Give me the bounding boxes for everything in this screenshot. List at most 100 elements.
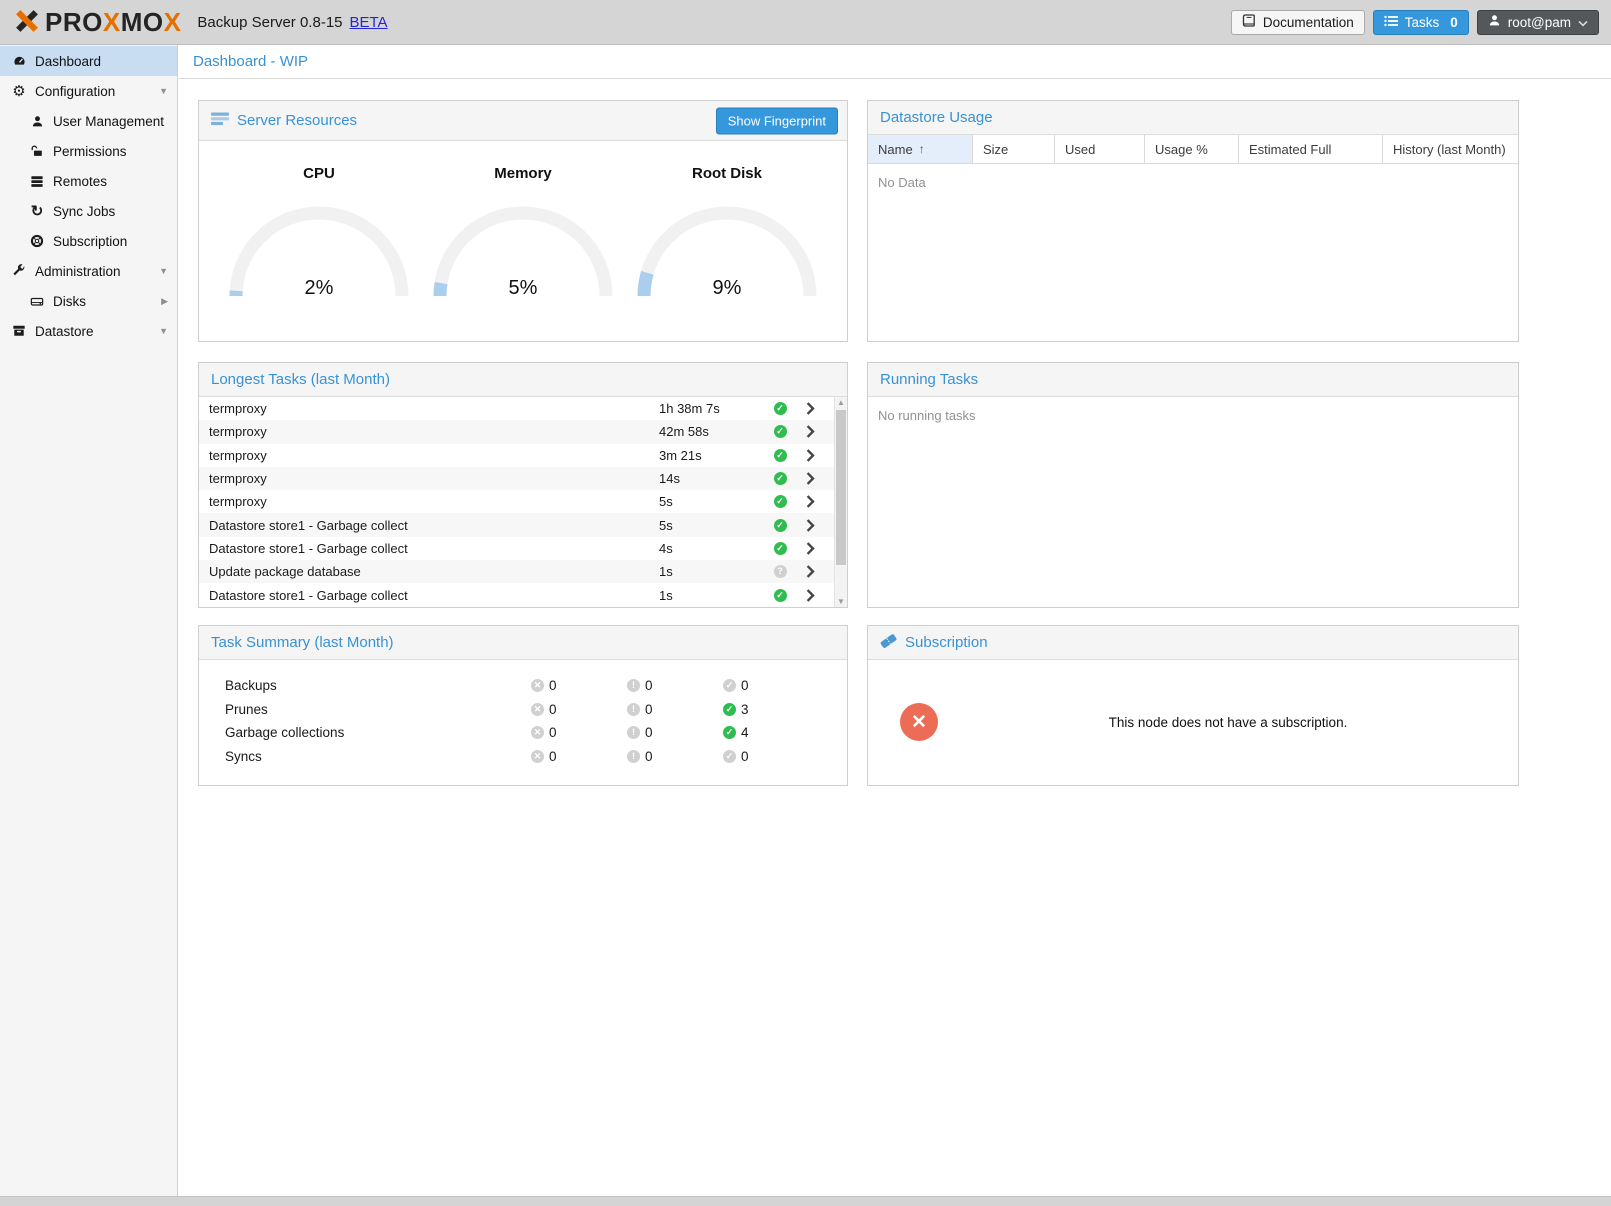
documentation-button[interactable]: Documentation: [1231, 10, 1365, 35]
sidebar: Dashboard ⚙ Configuration ▼ User Managem…: [0, 45, 178, 1196]
summary-row: Garbage collections ✕0 !0 ✓4: [199, 721, 847, 745]
scrollbar-thumb[interactable]: [836, 410, 846, 565]
task-row[interactable]: Datastore store1 - Garbage collect 1s ✓: [199, 583, 847, 606]
sidebar-item-configuration[interactable]: ⚙ Configuration ▼: [0, 76, 177, 106]
scroll-up-icon[interactable]: ▲: [835, 398, 847, 407]
summary-row: Backups ✕0 !0 ✓0: [199, 674, 847, 698]
sort-asc-icon: ↑: [919, 142, 925, 156]
book-icon: [1242, 14, 1256, 31]
task-row[interactable]: termproxy 1h 38m 7s ✓: [199, 397, 847, 420]
user-icon: [28, 115, 46, 128]
sidebar-item-dashboard[interactable]: Dashboard: [0, 46, 177, 76]
tasks-count-badge: 0: [1450, 15, 1458, 30]
task-row[interactable]: termproxy 5s ✓: [199, 490, 847, 513]
column-header-size[interactable]: Size: [973, 135, 1055, 163]
expand-arrow-icon[interactable]: ▶: [161, 296, 168, 307]
ok-status-icon: ✓: [723, 726, 736, 739]
server-resources-icon: [211, 112, 229, 130]
app-title: Backup Server 0.8-15: [197, 14, 342, 31]
ok-status-icon: ✓: [723, 750, 736, 763]
tachometer-icon: [10, 54, 28, 68]
warning-status-icon: !: [627, 679, 640, 692]
panel-title: Running Tasks: [880, 371, 978, 388]
chevron-right-icon[interactable]: [796, 542, 824, 555]
panel-title: Longest Tasks (last Month): [211, 371, 390, 388]
unknown-status-icon: ?: [774, 565, 787, 578]
wrench-icon: [10, 264, 28, 278]
sidebar-item-administration[interactable]: Administration ▼: [0, 256, 177, 286]
error-status-icon: ✕: [531, 750, 544, 763]
archive-icon: [10, 324, 28, 338]
ok-status-icon: ✓: [774, 402, 787, 415]
ok-status-icon: ✓: [774, 472, 787, 485]
tasks-button[interactable]: Tasks 0: [1373, 10, 1469, 35]
column-header-used[interactable]: Used: [1055, 135, 1145, 163]
main-area: Dashboard - WIP Server Resources Show Fi…: [179, 45, 1611, 1196]
memory-gauge-value: 5%: [430, 277, 616, 300]
summary-row: Prunes ✕0 !0 ✓3: [199, 698, 847, 722]
ok-status-icon: ✓: [723, 703, 736, 716]
panel-title: Server Resources: [237, 112, 357, 129]
sidebar-item-sync-jobs[interactable]: ↻ Sync Jobs: [0, 196, 177, 226]
column-header-history[interactable]: History (last Month): [1383, 135, 1518, 163]
life-ring-icon: [28, 234, 46, 248]
cpu-gauge-value: 2%: [226, 277, 412, 300]
task-row[interactable]: termproxy 14s ✓: [199, 467, 847, 490]
datastore-usage-panel: Datastore Usage Name ↑ Size Used Usage %…: [867, 100, 1519, 342]
list-icon: [1384, 15, 1398, 30]
root-disk-gauge: Root Disk 9%: [627, 141, 827, 341]
ok-status-icon: ✓: [774, 425, 787, 438]
column-header-name[interactable]: Name ↑: [868, 135, 973, 163]
server-stack-icon: [28, 175, 46, 188]
task-row[interactable]: termproxy 42m 58s ✓: [199, 420, 847, 443]
chevron-right-icon[interactable]: [796, 449, 824, 462]
ok-status-icon: ✓: [774, 495, 787, 508]
collapse-arrow-icon[interactable]: ▼: [159, 266, 168, 276]
sidebar-item-datastore[interactable]: Datastore ▼: [0, 316, 177, 346]
column-header-usage-percent[interactable]: Usage %: [1145, 135, 1239, 163]
gears-icon: ⚙: [10, 82, 28, 100]
task-row[interactable]: Datastore store1 - Garbage collect 4s ✓: [199, 537, 847, 560]
chevron-right-icon[interactable]: [796, 425, 824, 438]
task-row[interactable]: termproxy 3m 21s ✓: [199, 444, 847, 467]
server-resources-panel: Server Resources Show Fingerprint CPU 2%: [198, 100, 848, 342]
task-row[interactable]: Update package database 1s ?: [199, 560, 847, 583]
scroll-down-icon[interactable]: ▼: [835, 597, 847, 606]
sidebar-item-subscription[interactable]: Subscription: [0, 226, 177, 256]
collapse-arrow-icon[interactable]: ▼: [159, 86, 168, 96]
sidebar-item-remotes[interactable]: Remotes: [0, 166, 177, 196]
scrollbar[interactable]: ▲ ▼: [834, 397, 847, 607]
panel-title: Subscription: [905, 634, 988, 651]
task-row[interactable]: Datastore store1 - Garbage collect 5s ✓: [199, 513, 847, 536]
topbar: PROXMOX Backup Server 0.8-15 BETA Docume…: [0, 0, 1611, 45]
sidebar-item-permissions[interactable]: Permissions: [0, 136, 177, 166]
task-summary-panel: Task Summary (last Month) Backups ✕0 !0 …: [198, 625, 848, 786]
root-disk-gauge-value: 9%: [634, 277, 820, 300]
no-running-tasks-text: No running tasks: [868, 397, 1518, 434]
error-status-icon: ✕: [531, 726, 544, 739]
beta-link[interactable]: BETA: [350, 14, 388, 31]
show-fingerprint-button[interactable]: Show Fingerprint: [716, 107, 838, 134]
warning-status-icon: !: [627, 726, 640, 739]
no-subscription-icon: ✕: [900, 703, 938, 741]
column-header-estimated-full[interactable]: Estimated Full: [1239, 135, 1383, 163]
sidebar-item-disks[interactable]: Disks ▶: [0, 286, 177, 316]
chevron-right-icon[interactable]: [796, 472, 824, 485]
warning-status-icon: !: [627, 703, 640, 716]
chevron-right-icon[interactable]: [796, 495, 824, 508]
chevron-right-icon[interactable]: [796, 519, 824, 532]
window-bottom-edge: [0, 1196, 1611, 1206]
collapse-arrow-icon[interactable]: ▼: [159, 326, 168, 336]
chevron-down-icon: [1578, 15, 1588, 30]
page-title: Dashboard - WIP: [179, 45, 1611, 79]
chevron-right-icon[interactable]: [796, 589, 824, 602]
no-data-text: No Data: [868, 164, 1518, 201]
sidebar-item-user-management[interactable]: User Management: [0, 106, 177, 136]
chevron-right-icon[interactable]: [796, 402, 824, 415]
unlock-icon: [28, 144, 46, 158]
user-menu-button[interactable]: root@pam: [1477, 10, 1599, 35]
subscription-message: This node does not have a subscription.: [938, 715, 1518, 730]
panel-title: Datastore Usage: [880, 109, 993, 126]
subscription-panel: Subscription ✕ This node does not have a…: [867, 625, 1519, 786]
chevron-right-icon[interactable]: [796, 565, 824, 578]
